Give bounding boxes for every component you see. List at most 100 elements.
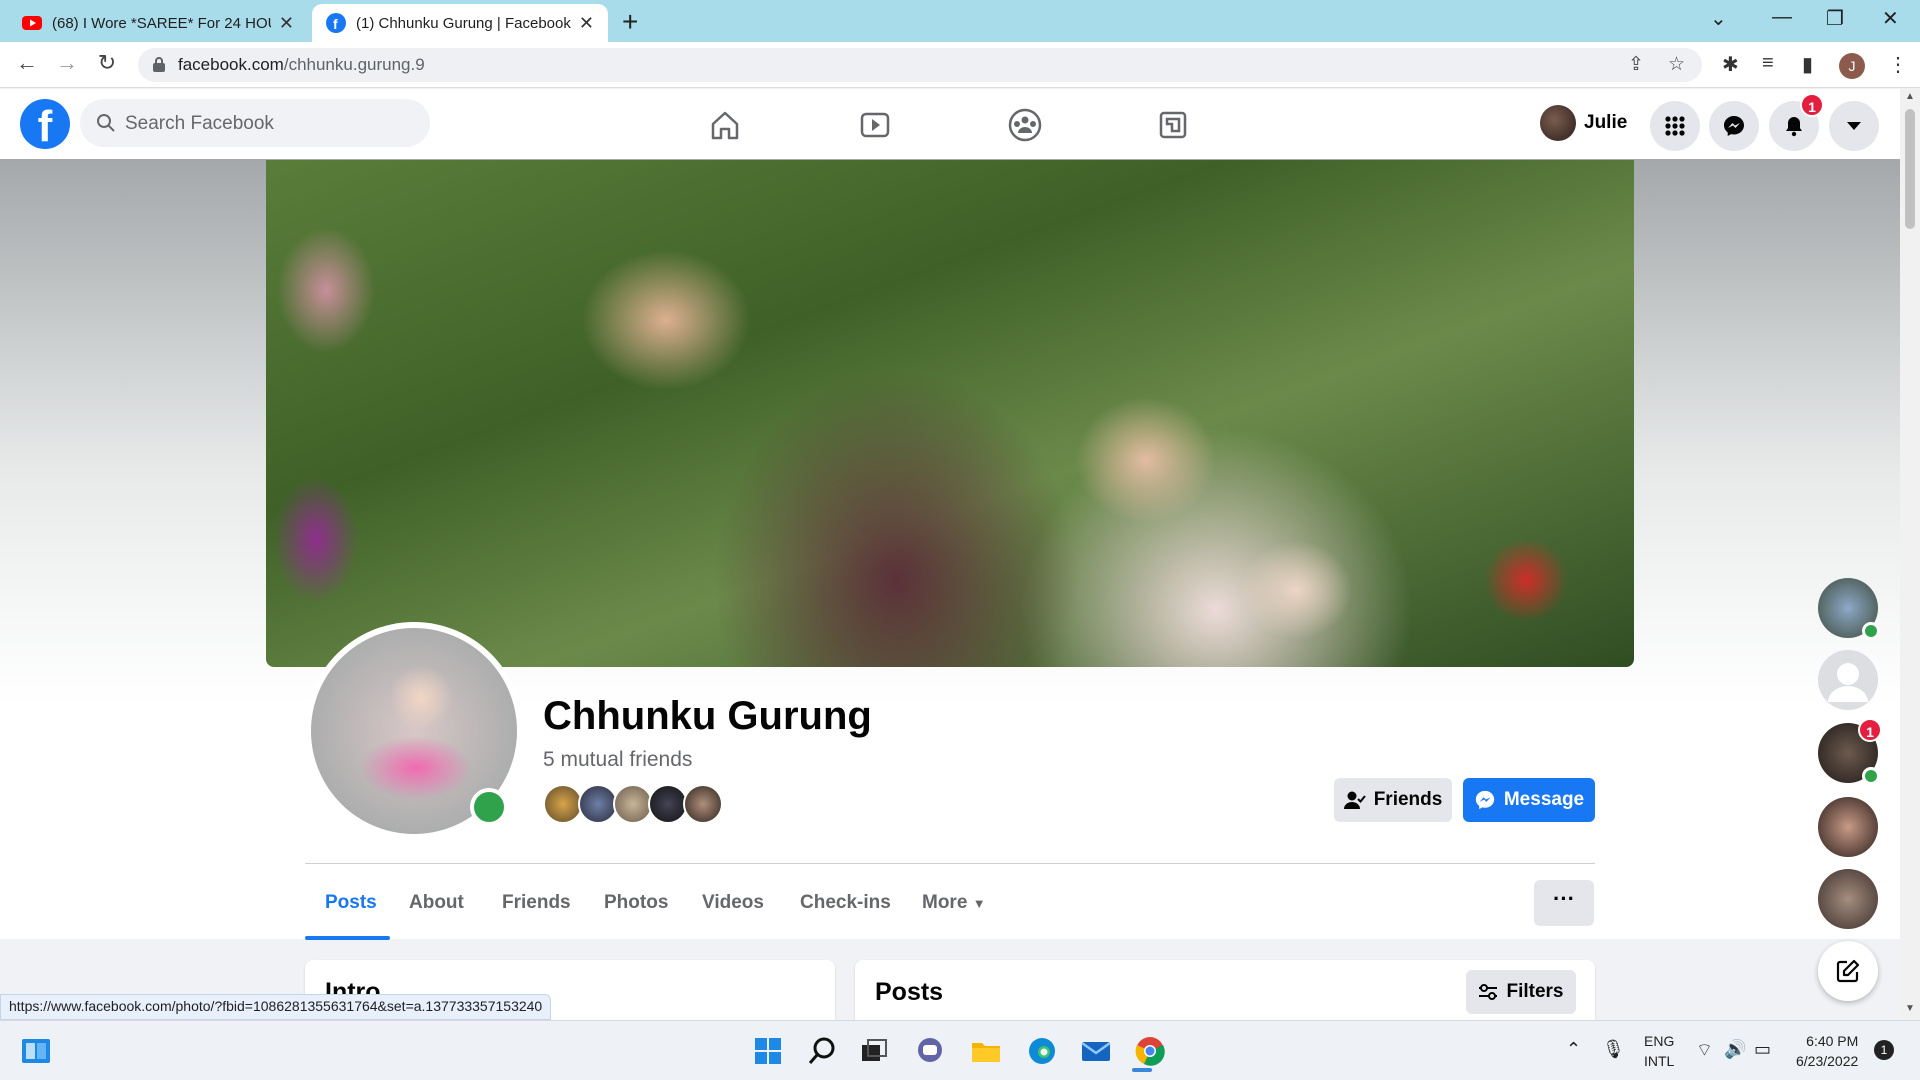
chrome-icon[interactable] xyxy=(1134,1035,1166,1067)
mutual-friends-link[interactable]: 5 mutual friends xyxy=(543,748,692,772)
messenger-icon xyxy=(1724,116,1744,136)
contact-avatar[interactable] xyxy=(1818,869,1878,929)
grid-menu-icon xyxy=(1665,116,1685,136)
bell-icon xyxy=(1786,117,1802,137)
menu-button[interactable] xyxy=(1650,101,1700,151)
task-view-icon[interactable] xyxy=(858,1035,890,1067)
teams-chat-icon[interactable] xyxy=(914,1035,946,1067)
notification-center-badge[interactable]: 1 xyxy=(1874,1040,1894,1060)
bookmark-star-icon[interactable]: ☆ xyxy=(1668,53,1685,76)
address-bar[interactable]: facebook.com/chhunku.gurung.9 ⇪ ☆ xyxy=(138,48,1702,82)
sliders-icon xyxy=(1479,984,1498,1000)
search-icon xyxy=(97,114,115,132)
wifi-icon[interactable]: ⌔ xyxy=(1696,1039,1713,1062)
contact-avatar[interactable] xyxy=(1818,578,1880,640)
page-scrollbar[interactable]: ▲ ▼ xyxy=(1900,89,1920,1020)
friend-check-icon xyxy=(1343,791,1366,809)
messenger-button[interactable] xyxy=(1709,101,1759,151)
more-options-button[interactable]: ··· xyxy=(1534,880,1594,926)
tab-posts[interactable]: Posts xyxy=(325,892,377,914)
mutual-friend-avatar[interactable] xyxy=(613,784,653,824)
active-app-indicator xyxy=(1132,1068,1152,1072)
minimize-button[interactable]: — xyxy=(1772,6,1792,29)
online-status-indicator xyxy=(1862,622,1880,640)
scrollbar-thumb[interactable] xyxy=(1905,109,1915,229)
compose-icon xyxy=(1836,959,1860,983)
share-icon[interactable]: ⇪ xyxy=(1628,53,1644,76)
edge-icon[interactable] xyxy=(1026,1035,1058,1067)
browser-tab-facebook[interactable]: f (1) Chhunku Gurung | Facebook ✕ xyxy=(312,4,608,42)
browser-profile-avatar[interactable]: J xyxy=(1839,53,1865,79)
avatar xyxy=(1540,105,1576,141)
mutual-friend-avatar[interactable] xyxy=(683,784,723,824)
close-window-button[interactable]: ✕ xyxy=(1882,6,1899,31)
windows-taskbar xyxy=(0,1020,1920,1080)
profile-shortcut[interactable]: Julie xyxy=(1540,105,1627,141)
browser-tab-youtube[interactable]: (68) I Wore *SAREE* For 24 HOUR ✕ xyxy=(8,4,308,42)
messenger-icon xyxy=(1475,790,1495,810)
back-icon[interactable]: ← xyxy=(12,50,42,76)
maximize-button[interactable]: ❐ xyxy=(1826,6,1844,31)
tab-checkins[interactable]: Check-ins xyxy=(800,892,891,914)
friends-button[interactable]: Friends xyxy=(1334,778,1452,822)
tray-overflow-icon[interactable]: ⌃ xyxy=(1566,1039,1581,1060)
widgets-icon[interactable] xyxy=(20,1035,52,1067)
tab-more[interactable]: More ▼ xyxy=(922,892,986,914)
clock-time: 6:40 PM xyxy=(1806,1033,1859,1049)
active-tab-indicator xyxy=(305,936,390,940)
language-code: ENG xyxy=(1644,1033,1675,1049)
reload-icon[interactable]: ↻ xyxy=(92,50,122,76)
browser-menu-icon[interactable]: ⋮ xyxy=(1888,52,1908,77)
new-message-button[interactable] xyxy=(1818,941,1878,1001)
input-language-indicator[interactable]: ENG INTL xyxy=(1644,1031,1674,1071)
start-icon[interactable] xyxy=(752,1035,784,1067)
watch-icon[interactable] xyxy=(855,105,895,145)
browser-toolbar: ← → ↻ facebook.com/chhunku.gurung.9 ⇪ ☆ xyxy=(0,42,1920,88)
mutual-friend-avatar[interactable] xyxy=(543,784,583,824)
tab-videos[interactable]: Videos xyxy=(702,892,764,914)
mail-icon[interactable] xyxy=(1080,1035,1112,1067)
tab-search-icon[interactable]: ⌄ xyxy=(1710,6,1727,31)
contact-avatar[interactable] xyxy=(1818,650,1878,710)
message-button[interactable]: Message xyxy=(1463,778,1595,822)
file-explorer-icon[interactable] xyxy=(970,1035,1002,1067)
unread-badge: 1 xyxy=(1858,718,1882,742)
system-clock[interactable]: 6:40 PM 6/23/2022 xyxy=(1796,1031,1858,1071)
scroll-up-icon[interactable]: ▲ xyxy=(1905,91,1915,102)
microphone-icon[interactable]: 🎙 xyxy=(1602,1039,1625,1060)
default-avatar-icon xyxy=(1828,663,1868,702)
mutual-friend-avatar[interactable] xyxy=(648,784,688,824)
browser-tab-strip: (68) I Wore *SAREE* For 24 HOUR ✕ f (1) … xyxy=(0,0,1920,42)
home-icon[interactable] xyxy=(705,105,745,145)
profile-divider xyxy=(305,863,1595,864)
tab-about[interactable]: About xyxy=(409,892,464,914)
scroll-down-icon[interactable]: ▼ xyxy=(1905,1003,1915,1014)
volume-icon[interactable]: 🔊 xyxy=(1724,1039,1746,1060)
link-status-bar: https://www.facebook.com/photo/?fbid=108… xyxy=(0,994,552,1020)
media-control-icon[interactable]: ≡ xyxy=(1762,52,1774,75)
mutual-friend-avatar[interactable] xyxy=(578,784,618,824)
user-name: Julie xyxy=(1584,112,1628,133)
cover-photo[interactable] xyxy=(266,160,1634,667)
close-icon[interactable]: ✕ xyxy=(579,13,594,34)
contact-avatar[interactable] xyxy=(1818,797,1878,857)
facebook-logo[interactable]: f xyxy=(20,99,70,149)
search-icon[interactable] xyxy=(806,1035,838,1067)
gaming-icon[interactable] xyxy=(1153,105,1193,145)
tab-friends[interactable]: Friends xyxy=(502,892,571,914)
svg-text:f: f xyxy=(333,16,338,32)
close-icon[interactable]: ✕ xyxy=(279,13,294,34)
facebook-icon: f xyxy=(326,13,346,33)
account-button[interactable] xyxy=(1829,101,1879,151)
filters-label: Filters xyxy=(1506,981,1564,1002)
search-input[interactable]: Search Facebook xyxy=(80,99,430,147)
battery-icon[interactable]: ▭ xyxy=(1754,1039,1771,1060)
filters-button[interactable]: Filters xyxy=(1466,970,1576,1014)
profile-name: Chhunku Gurung xyxy=(543,694,872,738)
groups-icon[interactable] xyxy=(1005,105,1045,145)
side-panel-icon[interactable]: ▮ xyxy=(1802,52,1813,77)
new-tab-button[interactable]: + xyxy=(622,6,638,38)
extensions-icon[interactable]: ✱ xyxy=(1722,52,1739,77)
tab-photos[interactable]: Photos xyxy=(604,892,668,914)
forward-icon[interactable]: → xyxy=(52,50,82,76)
